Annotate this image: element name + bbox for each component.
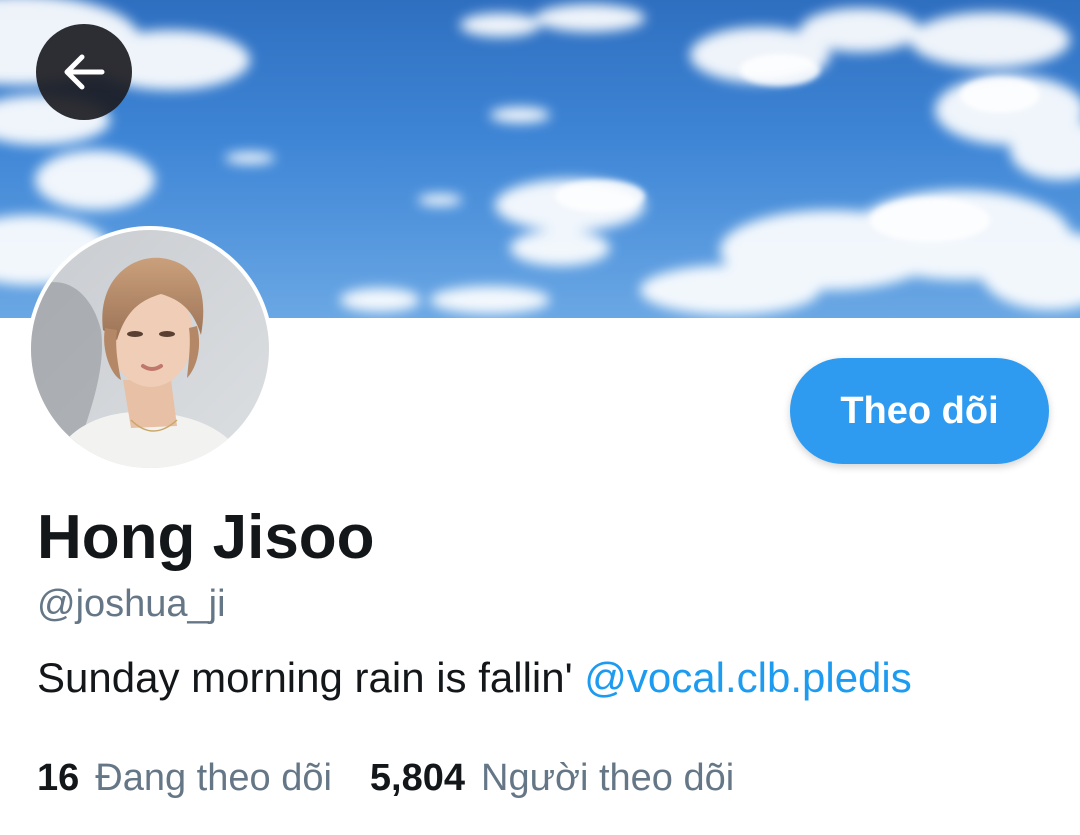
- bio-mention-link[interactable]: @vocal.clb.pledis: [584, 654, 911, 701]
- profile-page: Theo dõi Hong Jisoo @joshua_ji Sunday mo…: [0, 0, 1080, 835]
- bio-text: Sunday morning rain is fallin': [37, 654, 585, 701]
- following-stat[interactable]: 16 Đang theo dõi: [37, 754, 332, 802]
- profile-photo: [31, 230, 269, 468]
- profile-bio: Sunday morning rain is fallin' @vocal.cl…: [37, 652, 912, 704]
- followers-count: 5,804: [369, 757, 466, 799]
- following-label: Đang theo dõi: [95, 757, 332, 799]
- follow-stats: 16 Đang theo dõi 5,804 Người theo dõi: [37, 754, 734, 802]
- display-name: Hong Jisoo: [37, 503, 375, 572]
- avatar[interactable]: [27, 226, 273, 472]
- back-button[interactable]: [36, 24, 132, 120]
- user-handle: @joshua_ji: [37, 583, 226, 625]
- following-count: 16: [37, 757, 80, 799]
- arrow-left-icon: [64, 54, 105, 90]
- followers-stat[interactable]: 5,804 Người theo dõi: [370, 754, 734, 802]
- followers-label: Người theo dõi: [481, 757, 735, 799]
- follow-button[interactable]: Theo dõi: [790, 358, 1049, 464]
